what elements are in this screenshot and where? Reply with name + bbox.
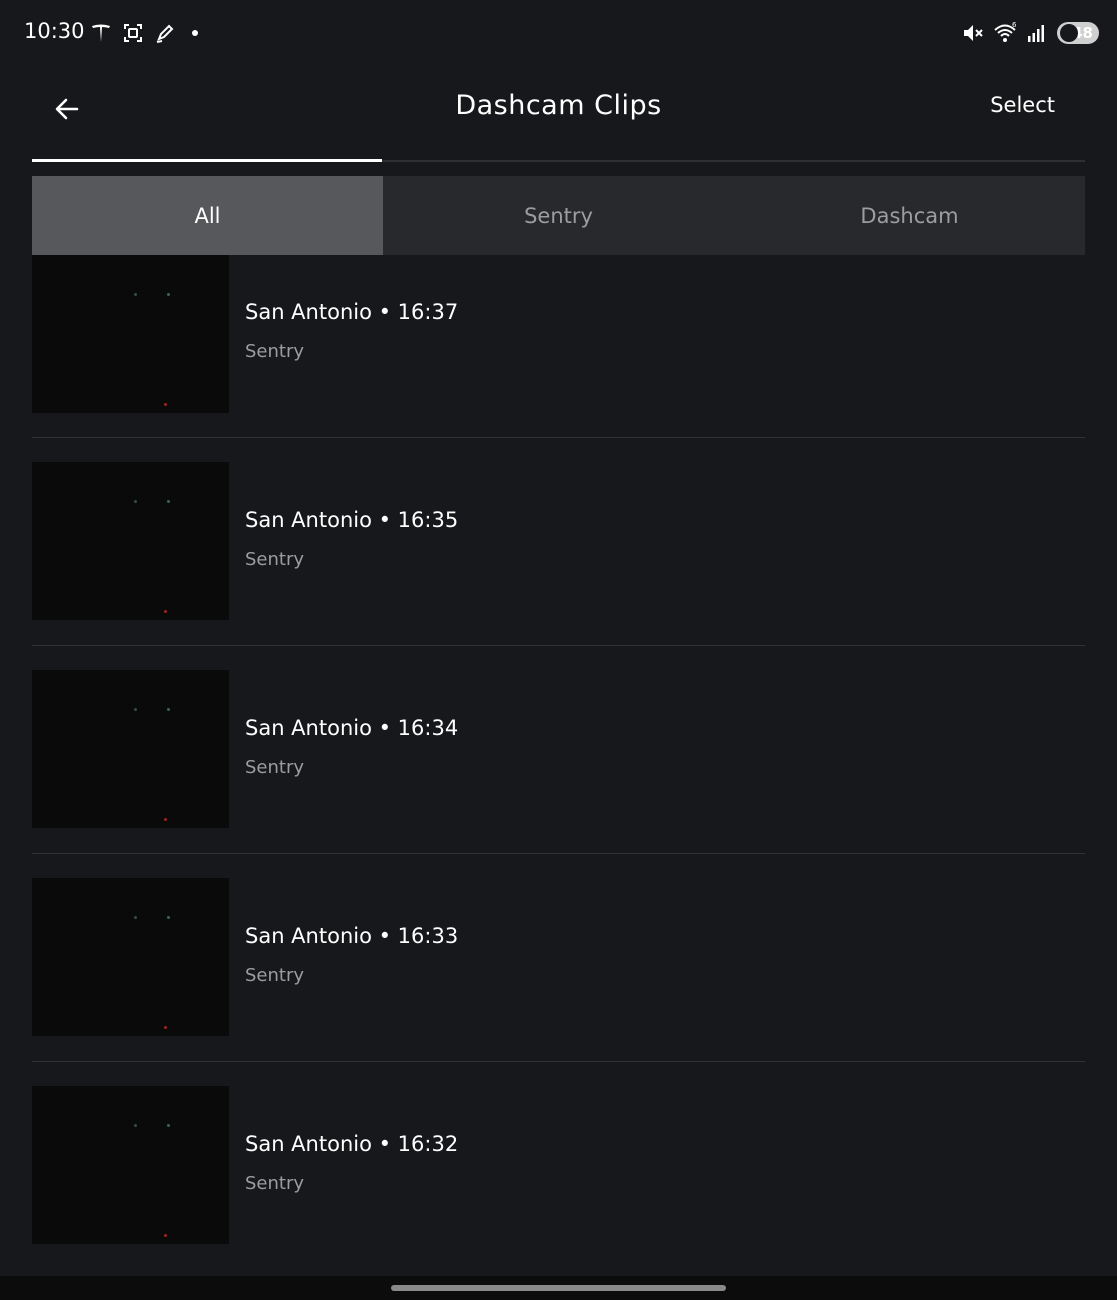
tab-underline-active bbox=[32, 159, 382, 162]
clip-type: Sentry bbox=[245, 965, 305, 986]
clip-type: Sentry bbox=[245, 757, 305, 778]
clip-type: Sentry bbox=[245, 1173, 305, 1194]
status-right-icons: 6 48 bbox=[961, 21, 1099, 45]
clip-item[interactable]: San Antonio • 16:32 Sentry bbox=[32, 1062, 1085, 1269]
status-left-icons bbox=[90, 22, 198, 44]
home-indicator[interactable] bbox=[391, 1285, 726, 1291]
mute-icon bbox=[964, 25, 983, 41]
tab-all[interactable]: All bbox=[32, 176, 383, 255]
tab-sentry[interactable]: Sentry bbox=[383, 176, 734, 255]
screenshot-icon bbox=[124, 24, 142, 42]
clip-thumbnail[interactable] bbox=[32, 1086, 229, 1244]
tab-dashcam[interactable]: Dashcam bbox=[734, 176, 1085, 255]
clip-item[interactable]: San Antonio • 16:37 Sentry bbox=[32, 255, 1085, 437]
clip-item[interactable]: San Antonio • 16:33 Sentry bbox=[32, 854, 1085, 1061]
clip-title: San Antonio • 16:35 bbox=[245, 508, 459, 532]
navigation-bar bbox=[0, 1276, 1117, 1300]
tesla-logo-icon bbox=[92, 24, 110, 42]
notification-dot-icon bbox=[192, 30, 198, 36]
signal-icon bbox=[1028, 25, 1044, 42]
clip-thumbnail[interactable] bbox=[32, 878, 229, 1036]
clip-item[interactable]: San Antonio • 16:35 Sentry bbox=[32, 438, 1085, 645]
battery-charging-icon: 48 bbox=[1057, 22, 1099, 44]
clip-title: San Antonio • 16:33 bbox=[245, 924, 459, 948]
clip-title: San Antonio • 16:37 bbox=[245, 300, 459, 324]
clip-item[interactable]: San Antonio • 16:34 Sentry bbox=[32, 646, 1085, 853]
clip-type: Sentry bbox=[245, 549, 305, 570]
clip-type: Sentry bbox=[245, 341, 305, 362]
status-time: 10:30 bbox=[24, 19, 85, 43]
header: Dashcam Clips Select bbox=[0, 66, 1117, 150]
clip-thumbnail[interactable] bbox=[32, 670, 229, 828]
pen-icon bbox=[156, 24, 174, 43]
clip-title: San Antonio • 16:32 bbox=[245, 1132, 459, 1156]
filter-tabs: All Sentry Dashcam bbox=[32, 176, 1085, 255]
status-bar: 10:30 6 48 bbox=[0, 0, 1117, 66]
svg-text:6: 6 bbox=[1012, 21, 1017, 29]
clip-thumbnail[interactable] bbox=[32, 255, 229, 413]
wifi-icon: 6 bbox=[994, 21, 1017, 42]
clip-list: San Antonio • 16:37 Sentry San Antonio •… bbox=[32, 255, 1085, 1269]
clip-thumbnail[interactable] bbox=[32, 462, 229, 620]
page-title: Dashcam Clips bbox=[455, 90, 662, 121]
charging-bolt-icon bbox=[1060, 24, 1078, 42]
select-button[interactable]: Select bbox=[990, 93, 1055, 117]
clip-title: San Antonio • 16:34 bbox=[245, 716, 459, 740]
